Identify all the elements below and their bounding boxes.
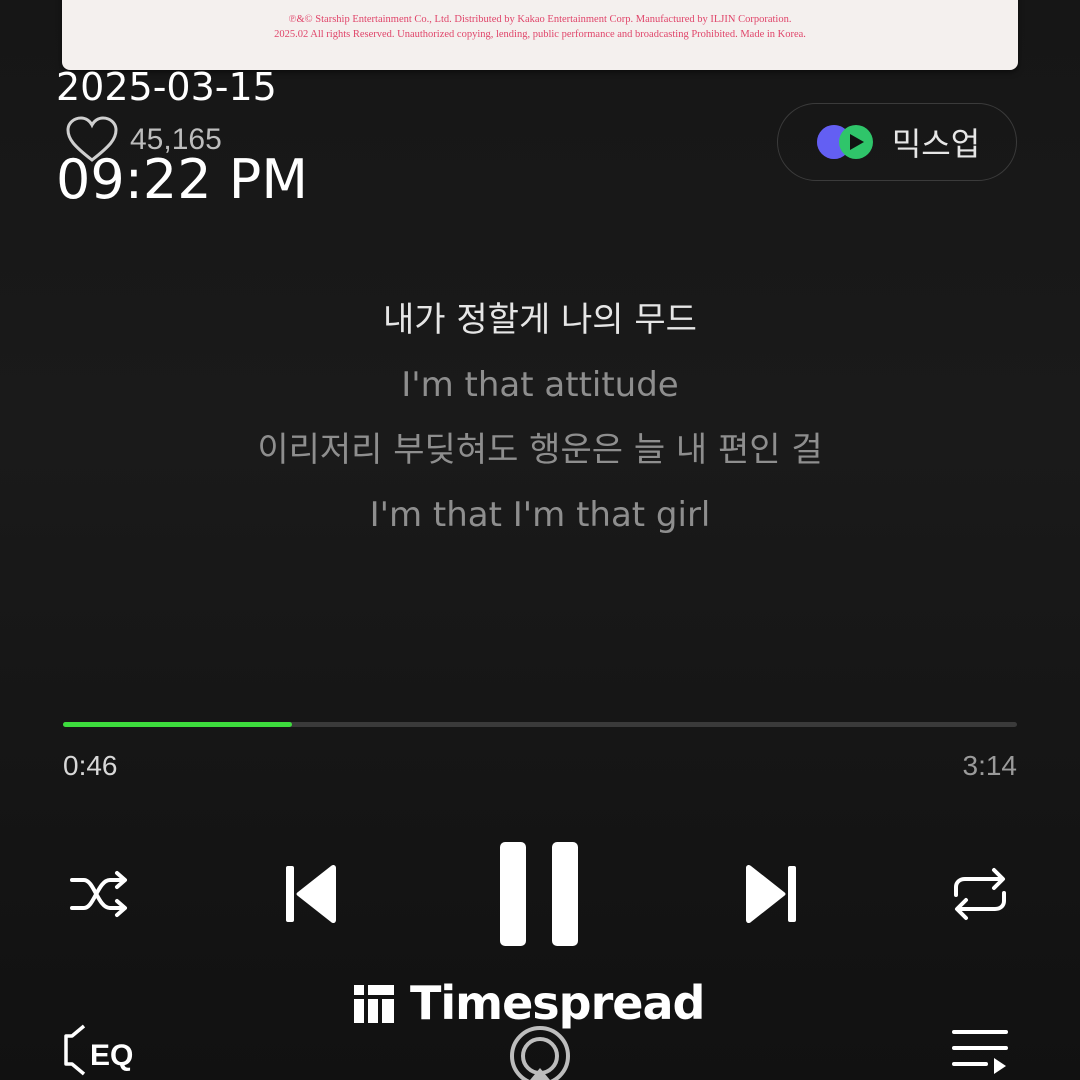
skip-previous-icon <box>286 864 336 924</box>
overlay-time: 09:22 PM <box>56 148 308 211</box>
playlist-button[interactable] <box>950 1026 1010 1080</box>
lyric-line[interactable]: 이리저리 부딪혀도 행운은 늘 내 편인 걸 <box>0 430 1080 470</box>
next-button[interactable] <box>740 862 802 926</box>
album-art[interactable]: ℗&© Starship Entertainment Co., Ltd. Dis… <box>62 0 1018 70</box>
pause-icon <box>500 842 578 946</box>
mixup-button[interactable]: 믹스업 <box>777 103 1017 181</box>
repeat-icon <box>954 868 1006 920</box>
progress-fill <box>63 722 292 727</box>
total-time: 3:14 <box>962 750 1018 781</box>
watermark: Timespread <box>352 976 705 1030</box>
cast-icon <box>510 1026 570 1080</box>
mixup-icon <box>816 125 873 159</box>
timespread-logo-icon <box>354 985 394 1023</box>
pause-button[interactable] <box>498 840 582 948</box>
skip-next-icon <box>746 864 796 924</box>
eq-button[interactable]: EQ <box>62 1020 146 1080</box>
cast-button[interactable] <box>508 1024 572 1080</box>
album-credits-line2: 2025.02 All rights Reserved. Unauthorize… <box>274 29 806 40</box>
progress-bar[interactable] <box>63 722 1017 727</box>
repeat-button[interactable] <box>948 864 1012 924</box>
watermark-text: Timespread <box>410 976 705 1030</box>
eq-label: EQ <box>90 1039 133 1072</box>
lyric-line-current[interactable]: 내가 정할게 나의 무드 <box>0 300 1080 340</box>
previous-button[interactable] <box>280 862 342 926</box>
album-credits-line1: ℗&© Starship Entertainment Co., Ltd. Dis… <box>288 14 792 25</box>
lyric-line[interactable]: I'm that I'm that girl <box>0 495 1080 535</box>
overlay-date: 2025-03-15 <box>56 65 277 109</box>
playlist-icon <box>952 1030 1008 1074</box>
eq-speaker-icon: EQ <box>64 1024 133 1076</box>
lyric-line[interactable]: I'm that attitude <box>0 365 1080 405</box>
shuffle-icon <box>70 871 127 917</box>
shuffle-button[interactable] <box>66 866 132 922</box>
mixup-label: 믹스업 <box>891 125 981 163</box>
current-time: 0:46 <box>63 750 118 781</box>
